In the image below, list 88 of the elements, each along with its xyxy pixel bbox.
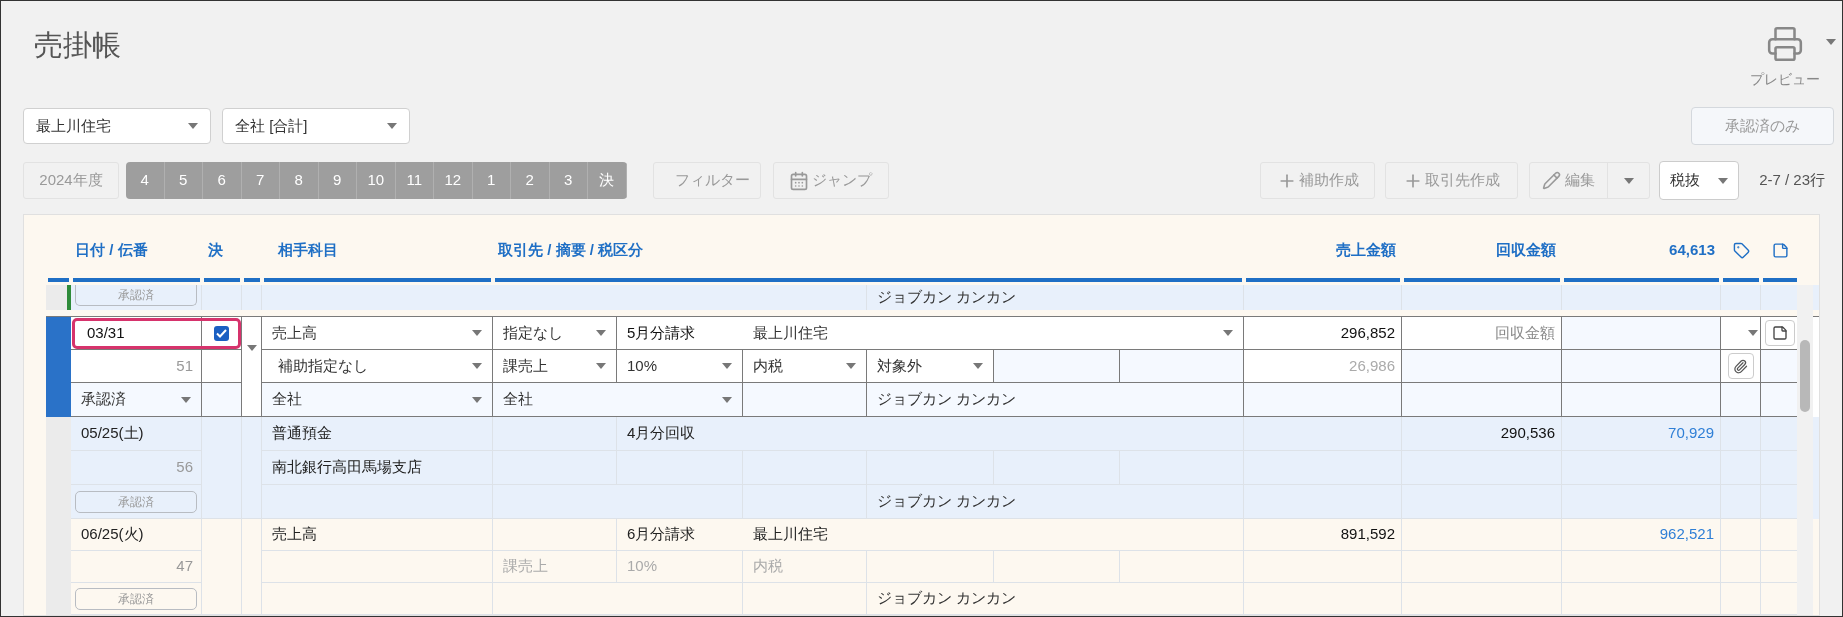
month-tab[interactable]: 4 <box>126 162 165 199</box>
month-tab[interactable]: 2 <box>511 162 550 199</box>
summary-text: 6月分請求 <box>626 524 697 545</box>
account-name: 普通預金 <box>262 417 493 451</box>
vertical-scrollbar[interactable] <box>1797 285 1813 615</box>
entry-date: 05/25(土) <box>71 417 202 451</box>
caret-icon <box>596 330 606 336</box>
page-title: 売掛帳 <box>34 31 121 63</box>
month-tab[interactable]: 6 <box>203 162 242 199</box>
account-name: 売上高 <box>262 519 493 551</box>
preview-button[interactable]: プレビュー <box>1750 25 1820 90</box>
month-tab[interactable]: 3 <box>549 162 588 199</box>
caret-icon <box>1748 330 1758 336</box>
recovery-amount-field[interactable]: 回収金額 <box>1402 317 1562 350</box>
summary-field[interactable]: 5月分請求 <box>617 317 743 350</box>
table-cell <box>1761 383 1799 417</box>
memo-icon <box>1771 241 1789 259</box>
month-tab[interactable]: 9 <box>318 162 357 199</box>
approved-status-button[interactable]: 承認済 <box>75 587 197 610</box>
note-icon <box>1771 325 1788 341</box>
tax-type: 課売上 <box>493 551 617 583</box>
caret-icon <box>973 363 983 369</box>
sales-amount: 891,592 <box>1244 519 1402 551</box>
closing-checkbox[interactable] <box>214 325 229 341</box>
month-tab[interactable]: 10 <box>357 162 396 199</box>
caret-icon <box>1826 39 1836 45</box>
tax-mode-select[interactable]: 税抜 <box>1659 161 1740 200</box>
caret-icon <box>1718 177 1729 184</box>
balance-amount: 962,521 <box>1562 519 1721 551</box>
member-name: ジョブカン カンカン <box>867 583 1244 615</box>
summary-text: 4月分回収 <box>626 423 697 444</box>
balance-amount: 70,929 <box>1562 417 1721 451</box>
caret-icon <box>472 363 482 369</box>
jump-button[interactable]: ジャンプ <box>772 162 889 199</box>
partner-type-select[interactable]: 指定なし <box>493 317 617 350</box>
department-select[interactable]: 全社 <box>262 383 493 417</box>
filter-select[interactable]: 全社 [合計] <box>222 108 410 144</box>
date-field[interactable]: 03/31 <box>71 317 202 350</box>
entry-date: 06/25(火) <box>71 519 202 551</box>
voucher-number: 47 <box>71 551 202 583</box>
pencil-icon <box>1542 171 1562 190</box>
add-sub-account-button[interactable]: 補助作成 <box>1260 162 1376 199</box>
caret-icon <box>181 396 191 403</box>
add-partner-button[interactable]: 取引先作成 <box>1385 162 1519 199</box>
scrollbar-thumb[interactable] <box>1800 340 1810 412</box>
edit-button[interactable]: 編集 <box>1530 163 1609 198</box>
month-tab[interactable]: 決 <box>588 162 627 199</box>
caret-icon <box>1623 177 1634 184</box>
caret-icon <box>722 396 732 403</box>
caret-icon <box>596 363 606 369</box>
approved-status-button[interactable]: 承認済 <box>75 285 197 306</box>
calendar-icon <box>789 170 809 191</box>
partner-department-select[interactable]: 全社 <box>493 383 743 417</box>
caret-icon <box>246 345 257 351</box>
caret-icon <box>846 363 856 369</box>
month-tab[interactable]: 5 <box>164 162 203 199</box>
paperclip-icon <box>1733 358 1748 374</box>
tag-select[interactable] <box>1721 317 1761 350</box>
voucher-number: 56 <box>71 451 202 485</box>
month-tab[interactable]: 7 <box>241 162 280 199</box>
tax-rate: 10% <box>617 551 743 583</box>
caret-icon <box>1223 330 1233 336</box>
printer-icon <box>1766 25 1804 63</box>
caret-icon <box>722 363 732 369</box>
month-tab[interactable]: 12 <box>434 162 473 199</box>
recovery-amount: 290,536 <box>1402 417 1562 451</box>
caret-icon <box>387 123 397 129</box>
member-name: ジョブカン カンカン <box>867 285 1244 310</box>
approved-status-button[interactable]: 承認済 <box>75 490 197 513</box>
partner-name: 最上川住宅 <box>752 524 828 545</box>
month-tab[interactable]: 11 <box>395 162 434 199</box>
status-select[interactable]: 承認済 <box>71 383 202 417</box>
filter-button[interactable]: フィルター <box>652 162 761 199</box>
caret-icon <box>472 396 482 403</box>
tax-method: 内税 <box>743 551 867 583</box>
filter-select[interactable]: 最上川住宅 <box>23 108 211 144</box>
tag-icon <box>1732 241 1750 259</box>
caret-icon <box>472 330 482 336</box>
account-select[interactable]: 売上高 <box>262 317 493 350</box>
approved-only-toggle[interactable]: 承認済のみ <box>1691 107 1834 145</box>
attachment-button[interactable] <box>1727 353 1754 379</box>
month-tab[interactable]: 1 <box>472 162 511 199</box>
row-count: 2-7 / 23行 <box>1759 170 1825 191</box>
month-tab[interactable]: 8 <box>280 162 319 199</box>
caret-icon <box>188 123 198 129</box>
sub-account-name: 南北銀行高田馬場支店 <box>262 451 493 485</box>
fiscal-year-label[interactable]: 2024年度 <box>23 162 119 199</box>
member-field[interactable]: ジョブカン カンカン <box>867 383 1244 417</box>
